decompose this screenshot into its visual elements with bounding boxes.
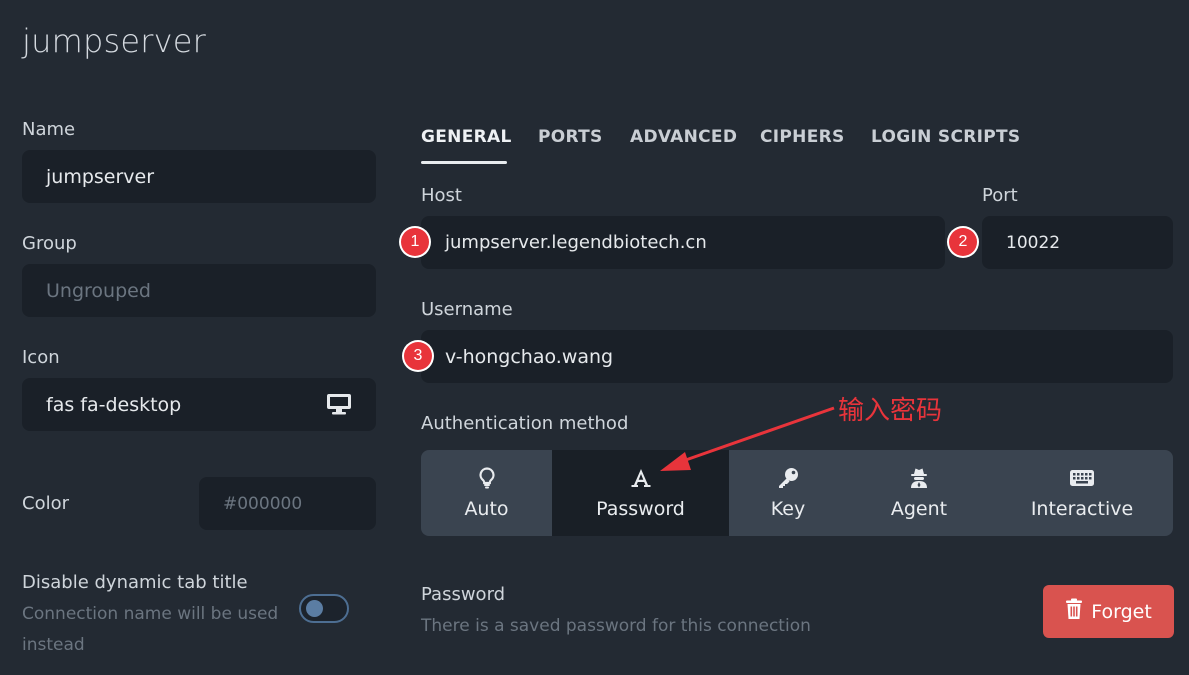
- active-tab-indicator: [421, 161, 507, 164]
- annotation-note: 输入密码: [838, 396, 943, 426]
- name-field[interactable]: jumpserver: [22, 150, 376, 203]
- auth-option-label: Auto: [464, 498, 509, 520]
- trash-icon: [1065, 598, 1083, 625]
- page-title: jumpserver: [22, 22, 206, 60]
- password-hint: There is a saved password for this conne…: [421, 616, 811, 636]
- group-label: Group: [22, 233, 77, 254]
- port-label: Port: [982, 185, 1018, 206]
- annotation-badge-2: 2: [949, 228, 977, 256]
- auth-option-label: Interactive: [1030, 498, 1134, 520]
- host-label: Host: [421, 185, 462, 206]
- port-field[interactable]: 10022: [982, 216, 1173, 269]
- auth-option-interactive[interactable]: Interactive: [991, 450, 1173, 536]
- auth-option-password[interactable]: Password: [552, 450, 729, 536]
- font-a-icon: [630, 466, 652, 490]
- icon-value: fas fa-desktop: [46, 393, 182, 416]
- color-field[interactable]: #000000: [199, 477, 376, 530]
- auth-method-label: Authentication method: [421, 413, 629, 434]
- group-placeholder: Ungrouped: [46, 279, 151, 302]
- auth-option-auto[interactable]: Auto: [421, 450, 552, 536]
- forget-password-button[interactable]: Forget: [1043, 585, 1174, 638]
- username-field[interactable]: v-hongchao.wang: [421, 330, 1173, 383]
- username-value: v-hongchao.wang: [445, 345, 614, 368]
- auth-option-agent[interactable]: Agent: [847, 450, 991, 536]
- host-value: jumpserver.legendbiotech.cn: [445, 232, 707, 253]
- dynamic-title-hint: Connection name will be used: [22, 604, 279, 624]
- keyboard-icon: [1069, 466, 1095, 490]
- annotation-badge-1: 1: [401, 228, 429, 256]
- icon-field[interactable]: fas fa-desktop: [22, 378, 376, 431]
- forget-label: Forget: [1091, 600, 1152, 623]
- color-label: Color: [22, 493, 69, 514]
- auth-option-key[interactable]: Key: [729, 450, 847, 536]
- tab-ciphers[interactable]: CIPHERS: [760, 127, 845, 147]
- username-label: Username: [421, 299, 513, 320]
- icon-label: Icon: [22, 347, 60, 368]
- name-label: Name: [22, 119, 76, 140]
- annotation-badge-3: 3: [404, 342, 432, 370]
- dynamic-title-label: Disable dynamic tab title: [22, 572, 248, 593]
- desktop-icon: [326, 393, 352, 420]
- user-secret-icon: [909, 466, 929, 490]
- auth-method-selector: Auto Password Key Agent Interactive: [421, 450, 1173, 536]
- port-value: 10022: [1006, 232, 1061, 253]
- auth-option-label: Agent: [890, 498, 948, 520]
- tab-general[interactable]: GENERAL: [421, 127, 512, 147]
- tab-advanced[interactable]: ADVANCED: [630, 127, 737, 147]
- dynamic-title-hint-2: instead: [22, 635, 85, 655]
- key-icon: [777, 466, 799, 490]
- auth-option-label: Password: [596, 498, 685, 520]
- group-field[interactable]: Ungrouped: [22, 264, 376, 317]
- dynamic-title-toggle[interactable]: [299, 594, 349, 623]
- name-value: jumpserver: [46, 165, 155, 188]
- color-placeholder: #000000: [223, 493, 303, 514]
- auth-option-label: Key: [770, 498, 806, 520]
- toggle-knob: [306, 600, 323, 617]
- tab-login-scripts[interactable]: LOGIN SCRIPTS: [871, 127, 1020, 147]
- host-field[interactable]: jumpserver.legendbiotech.cn: [421, 216, 945, 269]
- lightbulb-icon: [478, 466, 495, 490]
- password-label: Password: [421, 584, 506, 605]
- tab-ports[interactable]: PORTS: [538, 127, 603, 147]
